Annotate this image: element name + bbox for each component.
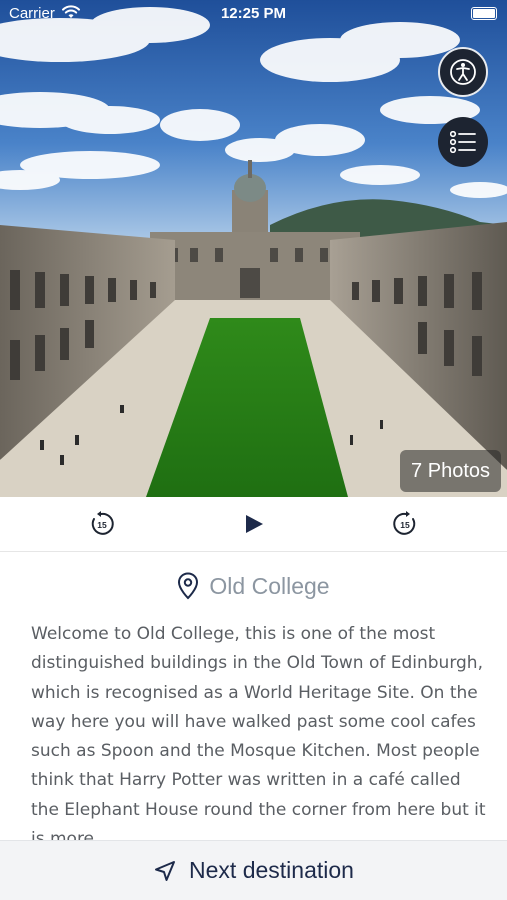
list-icon: [450, 131, 476, 153]
old-college-photo: [0, 0, 507, 497]
rewind-seconds-label: 15: [97, 520, 107, 530]
location-description: Welcome to Old College, this is one of t…: [31, 624, 486, 842]
fast-forward-icon: 15: [393, 511, 416, 535]
play-button[interactable]: [239, 509, 269, 539]
location-title: Old College: [209, 572, 330, 599]
hero-photo[interactable]: [0, 0, 507, 497]
forward-15-button[interactable]: 15: [390, 509, 420, 539]
rewind-15-button[interactable]: 15: [87, 509, 117, 539]
navigation-arrow-icon: [155, 860, 176, 881]
next-destination-label: Next destination: [189, 857, 354, 883]
play-icon: [246, 515, 263, 533]
next-destination-button[interactable]: Next destination: [0, 840, 507, 900]
accessibility-walking-icon: [450, 59, 476, 85]
clock-time: 12:25 PM: [220, 5, 287, 22]
audio-controls: 15 15: [0, 497, 507, 552]
map-pin-icon: [178, 572, 199, 600]
photo-count-badge[interactable]: 7 Photos: [400, 450, 501, 492]
battery-icon: [471, 7, 497, 20]
accessibility-button[interactable]: [438, 47, 488, 97]
location-heading: Old College: [0, 568, 507, 604]
forward-seconds-label: 15: [400, 520, 410, 530]
rewind-icon: 15: [91, 511, 114, 535]
itinerary-list-button[interactable]: [438, 117, 488, 167]
status-bar: Carrier 12:25 PM: [0, 0, 507, 28]
